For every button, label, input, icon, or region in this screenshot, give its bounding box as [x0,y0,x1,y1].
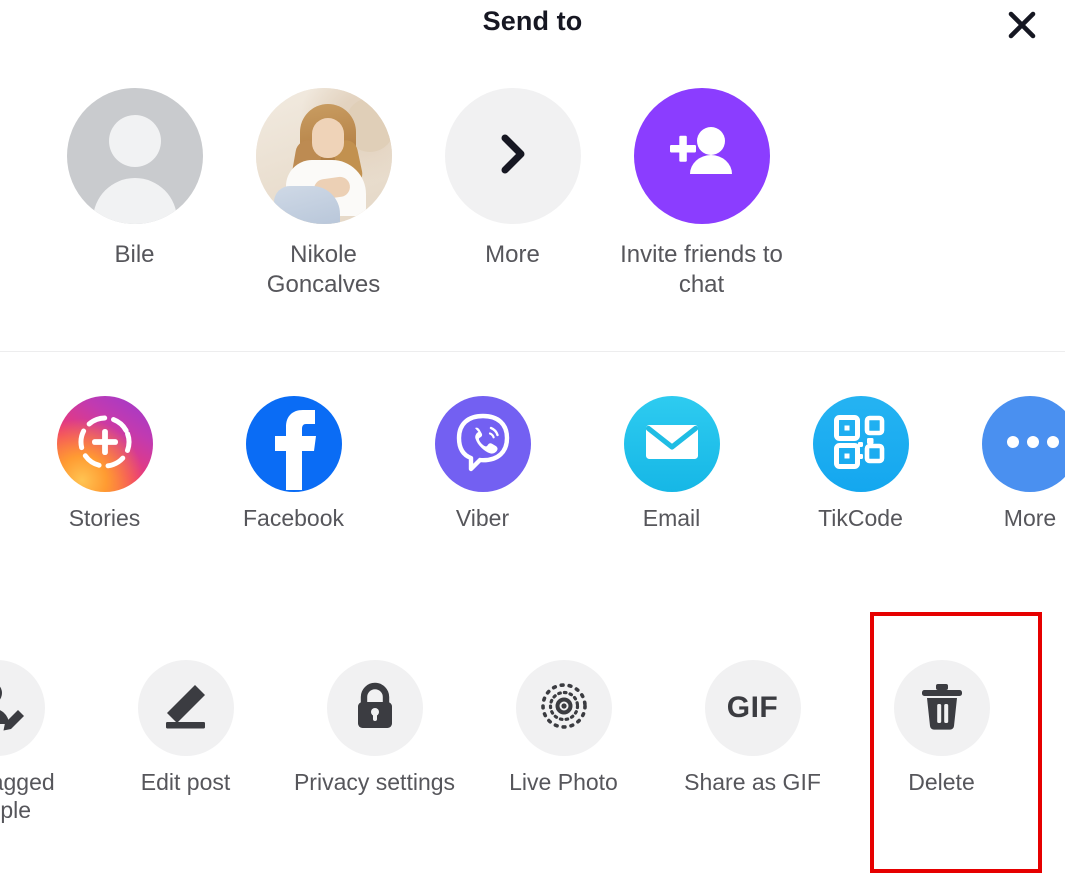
close-button[interactable] [999,4,1045,50]
invite-friends-label: Invite friends to chat [620,241,783,298]
edit-tagged-people-bubble [0,660,45,756]
live-photo-bubble [515,660,612,756]
lock-icon [347,678,403,739]
email-bubble [623,396,720,492]
app-label: Stories [68,505,141,531]
delete-bubble [893,660,990,756]
app-label: TikCode [818,505,903,531]
contact-label: Bile [114,241,155,268]
app-label: More [1003,505,1057,531]
action-label: Privacy settings [293,769,456,795]
instagram-stories-icon [72,409,138,480]
dots-icon [1000,432,1060,457]
section-divider [0,351,1065,352]
action-label: Live Photo [509,769,618,795]
share-target-more[interactable]: More [955,396,1065,532]
action-share-as-gif[interactable]: GIF Share as GIF [658,660,847,796]
action-label: Share as GIF [684,769,821,795]
live-photo-icon [533,675,595,742]
app-label: Facebook [242,505,344,531]
facebook-bubble [245,396,342,492]
viber-bubble [434,396,531,492]
trash-icon [915,679,969,738]
action-label: Edit post [140,769,231,795]
default-person-avatar [66,88,203,224]
app-label: Email [642,505,701,531]
contact-nikole-goncalves[interactable]: Nikole Goncalves [229,88,418,299]
person-edit-icon [0,675,28,742]
apps-row: Stories Facebook Viber Email TikCode Mor… [0,396,1065,532]
page-title: Send to [482,6,583,36]
contact-bile[interactable]: Bile [40,88,229,270]
pencil-icon [157,677,215,740]
actions-row: Edit tagged people Edit post [0,660,1065,825]
add-person-icon [662,114,742,199]
share-target-viber[interactable]: Viber [388,396,577,532]
action-edit-post[interactable]: Edit post [91,660,280,796]
share-as-gif-bubble: GIF [704,660,801,756]
privacy-settings-bubble [326,660,423,756]
send-to-share-sheet: Send to Bile Nikole Goncalves More Invit… [0,0,1065,875]
contacts-more-button[interactable]: More [418,88,607,270]
action-privacy-settings[interactable]: Privacy settings [280,660,469,796]
qr-code-icon [831,412,891,477]
tikcode-bubble [812,396,909,492]
more-apps-bubble [982,396,1065,492]
action-label: Edit tagged people [0,769,55,824]
contacts-more-label: More [485,241,540,268]
share-target-stories[interactable]: Stories [10,396,199,532]
photo-avatar [255,88,392,224]
share-target-email[interactable]: Email [577,396,766,532]
stories-bubble [56,396,153,492]
envelope-icon [641,411,703,478]
share-target-tikcode[interactable]: TikCode [766,396,955,532]
action-label: Delete [908,769,975,795]
action-edit-tagged-people[interactable]: Edit tagged people [0,660,91,825]
facebook-icon [246,396,342,492]
invite-friends-button[interactable]: Invite friends to chat [607,88,796,299]
close-icon [1005,8,1039,47]
viber-icon [450,409,516,480]
chevron-right-icon [484,125,542,188]
action-delete[interactable]: Delete [847,660,1036,796]
more-bubble [444,88,581,224]
invite-bubble [633,88,770,224]
contacts-row: Bile Nikole Goncalves More Invite friend… [0,88,1065,299]
action-live-photo[interactable]: Live Photo [469,660,658,796]
contact-label: Nikole Goncalves [266,241,381,298]
share-target-facebook[interactable]: Facebook [199,396,388,532]
gif-icon: GIF [726,691,779,724]
edit-post-bubble [137,660,234,756]
sheet-header: Send to [0,0,1065,50]
app-label: Viber [455,505,510,531]
